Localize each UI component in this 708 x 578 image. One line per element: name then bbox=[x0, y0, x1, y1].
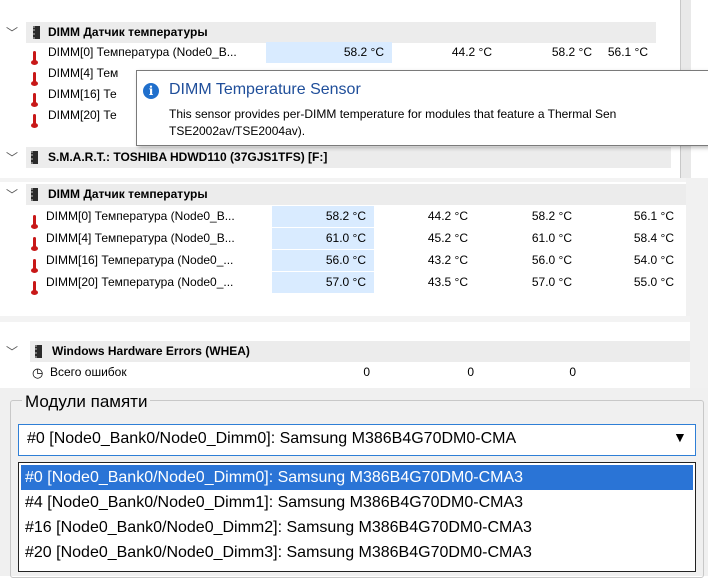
sensor-row[interactable]: DIMM[0] Температура (Node0_B... 58.2 °C … bbox=[30, 206, 686, 229]
whea-value-3: 0 bbox=[569, 365, 576, 379]
panel-right-edge bbox=[686, 178, 708, 316]
sensor-row[interactable]: DIMM[4] Температура (Node0_B... 61.0 °C … bbox=[30, 228, 686, 251]
chip-icon bbox=[31, 151, 38, 164]
thermometer-icon bbox=[31, 71, 38, 86]
sensor-tree-whea: Windows Hardware Errors (WHEA) ﹀ ◷ Всего… bbox=[0, 316, 708, 388]
dropdown-option[interactable]: #4 [Node0_Bank0/Node0_Dimm1]: Samsung M3… bbox=[21, 490, 693, 515]
min-value: 43.2 °C bbox=[427, 253, 468, 267]
max-value: 56.0 °C bbox=[531, 253, 572, 267]
sensor-name: DIMM[4] Температура (Node0_B... bbox=[46, 231, 235, 245]
avg-value: 54.0 °C bbox=[633, 253, 674, 267]
whea-value-1: 0 bbox=[363, 365, 370, 379]
sensor-name: DIMM[16] Те bbox=[48, 87, 117, 101]
sensor-row[interactable]: DIMM[20] Температура (Node0_... 57.0 °C … bbox=[30, 272, 686, 295]
thermometer-icon bbox=[31, 214, 38, 229]
chip-icon bbox=[31, 188, 38, 201]
avg-value: 55.0 °C bbox=[633, 275, 674, 289]
chevron-down-icon[interactable]: ﹀ bbox=[6, 343, 18, 360]
group-header-dimm-temp[interactable]: DIMM Датчик температуры bbox=[26, 22, 656, 43]
memory-modules-panel: Модули памяти #0 [Node0_Bank0/Node0_Dimm… bbox=[0, 388, 708, 578]
sensor-tree-top: DIMM Датчик температуры ﹀ DIMM[0] Темпер… bbox=[0, 0, 708, 178]
sensor-name: DIMM[4] Тем bbox=[48, 66, 119, 80]
panel-separator bbox=[0, 178, 708, 182]
panel-separator bbox=[0, 316, 708, 322]
tooltip-line-2: TSE2002av/TSE2004av). bbox=[169, 124, 306, 138]
max-value: 61.0 °C bbox=[531, 231, 572, 245]
thermometer-icon bbox=[31, 92, 38, 107]
clock-icon: ◷ bbox=[32, 365, 44, 380]
group-header-dimm-temp[interactable]: DIMM Датчик температуры bbox=[26, 184, 686, 205]
sensor-tooltip: i DIMM Temperature Sensor This sensor pr… bbox=[136, 70, 708, 146]
group-header-smart[interactable]: S.M.A.R.T.: TOSHIBA HDWD110 (37GJS1TFS) … bbox=[26, 147, 671, 168]
thermometer-icon bbox=[31, 258, 38, 273]
sensor-row[interactable]: DIMM[20] Те bbox=[30, 105, 150, 128]
selected-module: #0 [Node0_Bank0/Node0_Dimm0]: Samsung M3… bbox=[27, 430, 517, 447]
whea-row[interactable]: ◷ Всего ошибок 0 0 0 bbox=[30, 362, 690, 383]
chip-icon bbox=[33, 26, 40, 39]
chevron-down-icon[interactable]: ▼ bbox=[673, 429, 687, 445]
avg-value: 56.1 °C bbox=[607, 45, 648, 59]
group-title: Windows Hardware Errors (WHEA) bbox=[52, 344, 250, 358]
thermometer-icon bbox=[31, 236, 38, 251]
group-title: DIMM Датчик температуры bbox=[48, 187, 208, 201]
whea-value-2: 0 bbox=[467, 365, 474, 379]
info-icon: i bbox=[143, 83, 159, 99]
dropdown-option[interactable]: #20 [Node0_Bank0/Node0_Dimm3]: Samsung M… bbox=[21, 540, 693, 565]
max-value: 57.0 °C bbox=[531, 275, 572, 289]
chevron-down-icon[interactable]: ﹀ bbox=[6, 186, 18, 203]
sensor-name: DIMM[20] Те bbox=[48, 108, 117, 122]
sensor-name: DIMM[0] Температура (Node0_B... bbox=[48, 45, 237, 59]
sensor-row[interactable]: DIMM[16] Температура (Node0_... 56.0 °C … bbox=[30, 250, 686, 273]
tooltip-line-1: This sensor provides per-DIMM temperatur… bbox=[169, 107, 617, 121]
sensor-name: Всего ошибок bbox=[50, 365, 127, 379]
memory-module-select[interactable]: #0 [Node0_Bank0/Node0_Dimm0]: Samsung M3… bbox=[18, 424, 696, 456]
memory-modules-legend: Модули памяти bbox=[22, 392, 151, 412]
min-value: 44.2 °C bbox=[451, 45, 492, 59]
tooltip-title: DIMM Temperature Sensor bbox=[169, 81, 361, 98]
sensor-row[interactable]: DIMM[16] Те bbox=[30, 84, 150, 107]
sensor-tree-dimm: DIMM Датчик температуры ﹀ DIMM[0] Темпер… bbox=[0, 178, 708, 316]
sensor-name: DIMM[0] Температура (Node0_B... bbox=[46, 209, 235, 223]
group-title: S.M.A.R.T.: TOSHIBA HDWD110 (37GJS1TFS) … bbox=[48, 150, 328, 164]
panel-right-edge bbox=[690, 316, 708, 388]
avg-value: 58.4 °C bbox=[633, 231, 674, 245]
sensor-row[interactable]: DIMM[0] Температура (Node0_B... 58.2 °C … bbox=[30, 42, 660, 65]
sensor-name: DIMM[20] Температура (Node0_... bbox=[46, 275, 234, 289]
thermometer-icon bbox=[31, 280, 38, 295]
dropdown-option[interactable]: #0 [Node0_Bank0/Node0_Dimm0]: Samsung M3… bbox=[21, 465, 693, 490]
dropdown-option[interactable]: #16 [Node0_Bank0/Node0_Dimm2]: Samsung M… bbox=[21, 515, 693, 540]
group-title: DIMM Датчик температуры bbox=[48, 25, 208, 39]
memory-module-dropdown-list: #0 [Node0_Bank0/Node0_Dimm0]: Samsung M3… bbox=[18, 462, 696, 572]
current-value: 58.2 °C bbox=[266, 42, 392, 63]
max-value: 58.2 °C bbox=[531, 209, 572, 223]
min-value: 45.2 °C bbox=[427, 231, 468, 245]
chip-icon bbox=[35, 345, 42, 358]
min-value: 44.2 °C bbox=[427, 209, 468, 223]
group-header-whea[interactable]: Windows Hardware Errors (WHEA) bbox=[30, 341, 690, 362]
sensor-name: DIMM[16] Температура (Node0_... bbox=[46, 253, 234, 267]
thermometer-icon bbox=[31, 50, 38, 65]
thermometer-icon bbox=[31, 113, 38, 128]
sensor-row[interactable]: DIMM[4] Тем bbox=[30, 63, 150, 86]
chevron-down-icon[interactable]: ﹀ bbox=[6, 24, 18, 41]
avg-value: 56.1 °C bbox=[633, 209, 674, 223]
chevron-down-icon[interactable]: ﹀ bbox=[6, 149, 18, 166]
min-value: 43.5 °C bbox=[427, 275, 468, 289]
